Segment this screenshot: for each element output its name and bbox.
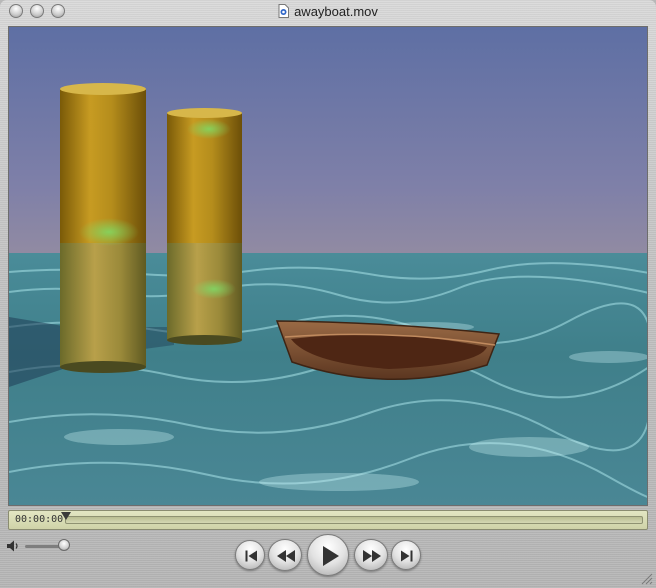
resize-grip-icon[interactable] (639, 571, 653, 585)
skip-to-start-icon (245, 550, 257, 562)
skip-to-end-icon (401, 550, 413, 562)
speaker-icon[interactable] (6, 539, 20, 553)
play-button[interactable] (307, 534, 349, 576)
rewind-button[interactable] (268, 539, 302, 571)
rewind-icon (277, 550, 295, 562)
movie-scene (9, 27, 647, 505)
playhead-marker[interactable] (61, 512, 71, 520)
skip-to-end-button[interactable] (391, 540, 421, 570)
playback-controls (0, 532, 656, 588)
fast-forward-icon (363, 550, 381, 562)
right-pillar (167, 108, 242, 345)
play-icon (323, 546, 339, 566)
skip-to-start-button[interactable] (235, 540, 265, 570)
left-pillar (60, 83, 146, 373)
quicktime-player-window: awayboat.mov 00:00:00 (0, 0, 656, 588)
volume-slider-knob[interactable] (58, 539, 70, 551)
video-frame[interactable] (8, 26, 648, 506)
window-title: awayboat.mov (294, 4, 378, 19)
title-bar[interactable]: awayboat.mov (0, 0, 656, 24)
fast-forward-button[interactable] (354, 539, 388, 571)
time-scrubber-bar[interactable]: 00:00:00 (8, 510, 648, 530)
current-timecode: 00:00:00 (15, 514, 64, 525)
scrubber-track[interactable] (65, 516, 643, 524)
quicktime-document-icon (278, 4, 290, 18)
